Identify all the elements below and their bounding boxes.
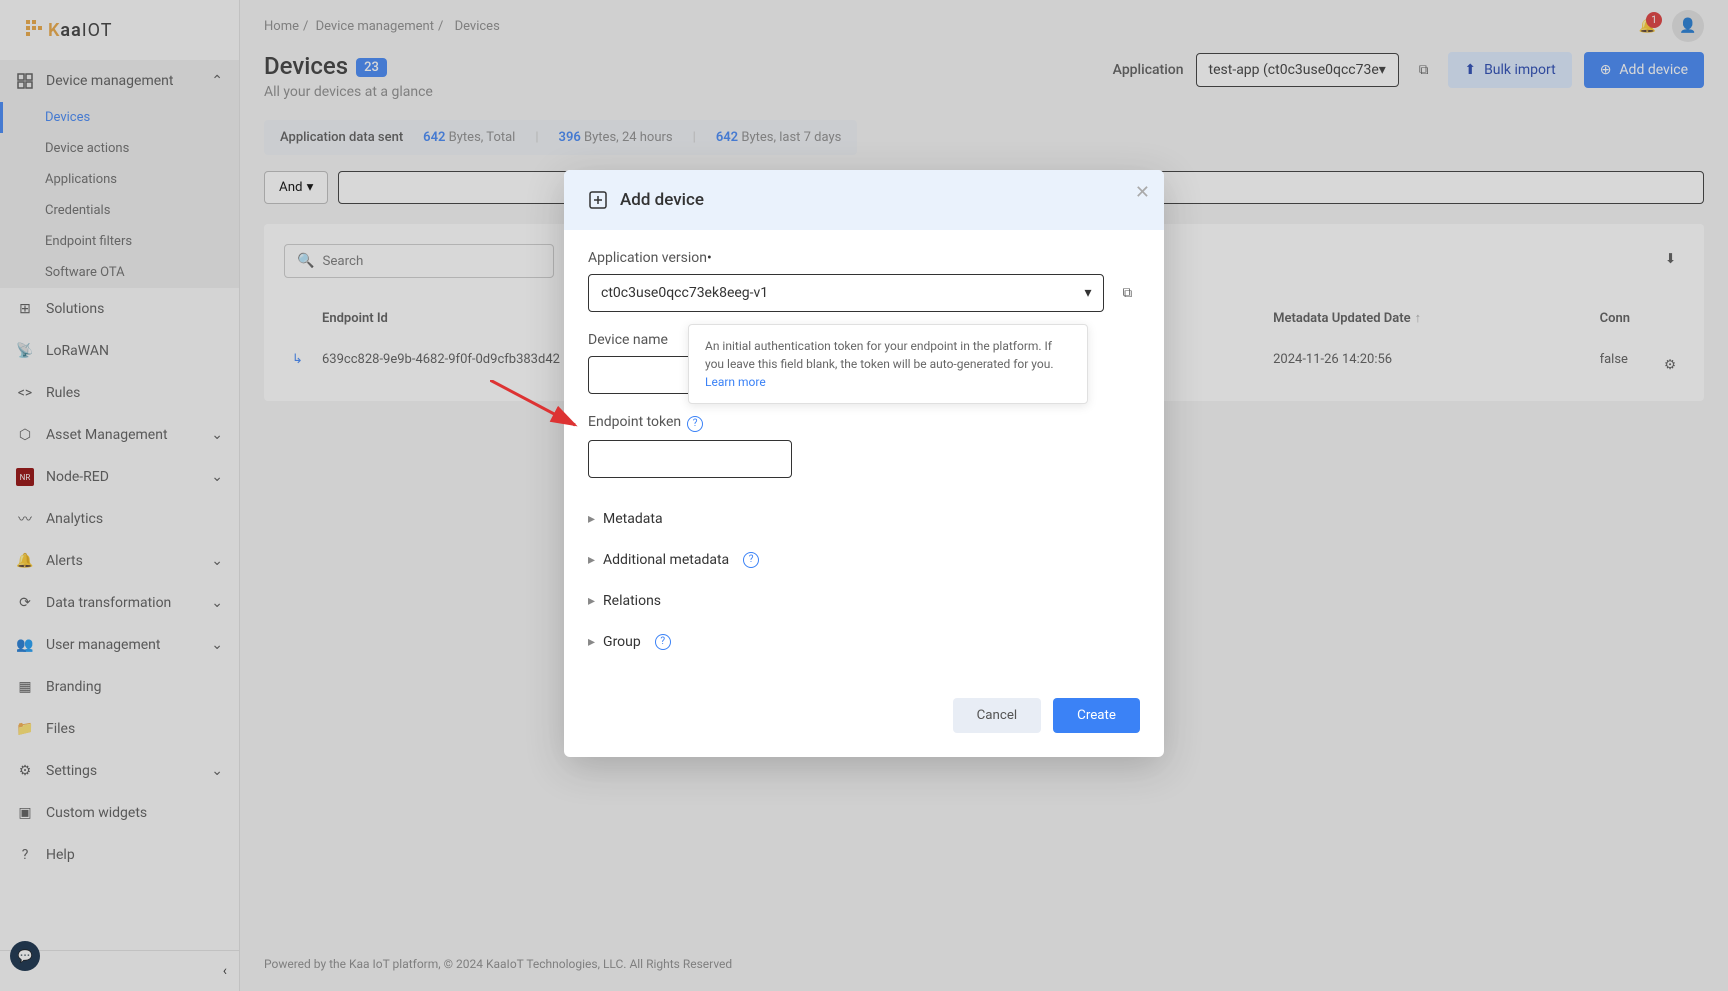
caret-right-icon: ▸ [588,593,595,609]
copy-icon: ⧉ [1122,286,1132,301]
section-group[interactable]: ▸ Group? [588,621,1140,662]
create-button[interactable]: Create [1053,698,1140,733]
copy-version-button[interactable]: ⧉ [1114,278,1140,309]
endpoint-token-label: Endpoint token? [588,414,1140,432]
help-icon[interactable]: ? [687,416,703,432]
app-version-select[interactable]: ct0c3use0qcc73ek8eeg-v1 ▾ [588,274,1104,312]
add-icon [588,190,608,210]
cancel-button[interactable]: Cancel [953,698,1042,733]
help-icon[interactable]: ? [655,634,671,650]
app-version-label: Application version• [588,250,1140,266]
tooltip-learn-more-link[interactable]: Learn more [705,375,766,389]
section-label: Metadata [603,511,663,527]
caret-right-icon: ▸ [588,552,595,568]
help-icon[interactable]: ? [743,552,759,568]
section-label: Group [603,634,641,650]
modal-header: Add device [564,170,1164,230]
tooltip-text: An initial authentication token for your… [705,339,1054,371]
modal-body: Application version• ct0c3use0qcc73ek8ee… [564,230,1164,682]
section-label: Relations [603,593,661,609]
caret-right-icon: ▸ [588,634,595,650]
section-relations[interactable]: ▸ Relations [588,580,1140,621]
modal-overlay[interactable]: ✕ Add device Application version• ct0c3u… [0,0,1728,991]
section-additional-metadata[interactable]: ▸ Additional metadata? [588,539,1140,580]
app-version-value: ct0c3use0qcc73ek8eeg-v1 [601,285,768,301]
endpoint-token-input[interactable] [588,440,792,478]
modal-footer: Cancel Create [564,682,1164,757]
modal-title: Add device [620,190,704,210]
caret-down-icon: ▾ [1084,285,1091,301]
modal-close-button[interactable]: ✕ [1135,182,1150,203]
section-label: Additional metadata [603,552,729,568]
add-device-modal: ✕ Add device Application version• ct0c3u… [564,170,1164,757]
caret-right-icon: ▸ [588,511,595,527]
section-metadata[interactable]: ▸ Metadata [588,498,1140,539]
endpoint-token-tooltip: An initial authentication token for your… [688,324,1088,404]
